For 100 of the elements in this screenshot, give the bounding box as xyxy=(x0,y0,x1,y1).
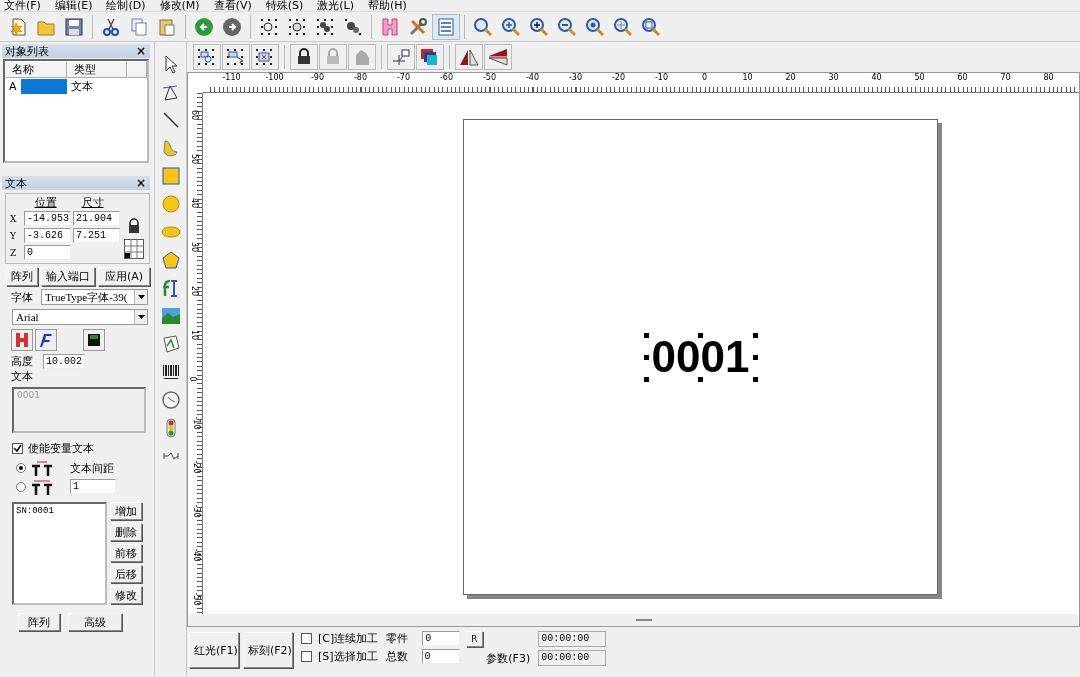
ruler-label: 80 xyxy=(1043,73,1054,84)
close-button[interactable]: × xyxy=(135,44,146,58)
list-settings-icon[interactable] xyxy=(436,16,456,37)
type-cell: 文本 xyxy=(71,78,93,94)
save-icon[interactable] xyxy=(86,332,102,348)
action-button[interactable]: 阵列 xyxy=(18,613,60,631)
paste-icon[interactable] xyxy=(157,16,177,37)
italic-f-icon[interactable] xyxy=(38,332,54,348)
ruler-label: -110 xyxy=(222,73,241,84)
position-icon[interactable] xyxy=(390,47,412,67)
font-name-select[interactable]: Arial xyxy=(12,309,148,325)
zoom-page-icon[interactable] xyxy=(641,16,661,37)
option-checkbox[interactable] xyxy=(301,633,312,644)
variable-item[interactable]: SN:0001 xyxy=(16,506,103,516)
mirror-horizontal-icon[interactable] xyxy=(458,47,480,67)
list-button[interactable]: 前移 xyxy=(110,544,142,562)
ruler-label: -60 xyxy=(439,73,454,84)
image-icon[interactable] xyxy=(160,306,181,326)
variable-text-checkbox[interactable] xyxy=(12,443,23,454)
zoom-out-icon[interactable] xyxy=(557,16,577,37)
rectangle-icon[interactable] xyxy=(160,166,181,186)
tools-icon[interactable] xyxy=(408,16,428,37)
ruler-label: -100 xyxy=(265,73,284,84)
ruler-label: -40 xyxy=(191,548,200,562)
vector-file-icon[interactable] xyxy=(160,334,181,354)
text-object[interactable]: 0001 xyxy=(645,335,756,379)
hatch-letter-icon[interactable] xyxy=(14,332,30,348)
copy-icon[interactable] xyxy=(129,16,149,37)
column-header[interactable]: 名称 xyxy=(5,61,67,78)
new-file-icon[interactable] xyxy=(8,16,28,37)
polygon-icon[interactable] xyxy=(160,250,181,270)
menu-item[interactable]: 特殊(S) xyxy=(265,0,304,11)
ruler-label: -40 xyxy=(525,73,540,84)
ruler-label: -90 xyxy=(310,73,325,84)
list-button[interactable]: 删除 xyxy=(110,523,142,541)
lock-icon[interactable] xyxy=(126,218,142,234)
save-icon[interactable] xyxy=(64,16,84,37)
close-button[interactable]: × xyxy=(135,176,146,190)
menu-item[interactable]: 帮助(H) xyxy=(368,0,407,11)
action-button[interactable]: 高级 xyxy=(68,613,122,631)
list-button[interactable]: 后移 xyxy=(110,565,142,583)
action-button[interactable]: 输入端口 xyxy=(41,267,95,286)
list-button[interactable]: 修改 xyxy=(110,586,142,604)
menu-item[interactable]: 修改(M) xyxy=(159,0,200,11)
cut-icon[interactable] xyxy=(101,16,121,37)
spacing-mode-radio[interactable] xyxy=(16,482,26,492)
position-field[interactable]: 0 xyxy=(24,245,71,260)
node-circle-icon[interactable] xyxy=(259,16,279,37)
grid-anchor-icon[interactable] xyxy=(124,239,144,259)
dropdown-arrow-icon xyxy=(137,315,145,319)
spacing-mode-radio[interactable] xyxy=(16,463,26,473)
counter-field[interactable]: 0 xyxy=(421,649,460,664)
option-checkbox[interactable] xyxy=(301,651,312,662)
menu-item[interactable]: 查看(V) xyxy=(213,0,252,11)
spacing-field[interactable]: 1 xyxy=(70,479,116,494)
position-field[interactable]: -14.953 xyxy=(24,211,71,226)
mirror-vertical-icon[interactable] xyxy=(487,47,509,67)
menu-item[interactable]: 编辑(E) xyxy=(54,0,93,11)
node-edit-icon[interactable] xyxy=(160,82,181,102)
clock-icon[interactable] xyxy=(160,390,181,410)
line-icon[interactable] xyxy=(160,110,181,130)
axis-label: X xyxy=(10,213,18,224)
ruler-label: -80 xyxy=(353,73,368,84)
hatch-letter-icon[interactable] xyxy=(380,16,400,37)
zoom-all-icon[interactable] xyxy=(585,16,605,37)
laser-button[interactable]: 标刻(F2) xyxy=(243,632,293,668)
menu-item[interactable]: 文件(F) xyxy=(4,0,41,11)
variable-text-label: 使能变量文本 xyxy=(28,441,94,456)
column-header[interactable]: 类型 xyxy=(67,61,127,78)
counter-label: 总数 xyxy=(385,649,409,664)
font-label: 字体 xyxy=(11,289,33,305)
name-cell[interactable] xyxy=(20,78,67,94)
reset-button[interactable]: R xyxy=(466,631,483,647)
height-field[interactable]: 10.002 xyxy=(43,354,85,369)
zoom-in-icon[interactable] xyxy=(501,16,521,37)
ruler-label: 0 xyxy=(188,376,196,382)
node-group-icon[interactable] xyxy=(287,16,307,37)
action-button[interactable]: 阵列 xyxy=(6,267,38,286)
zoom-icon[interactable] xyxy=(473,16,493,37)
ruler-label: -10 xyxy=(654,73,669,84)
size-field[interactable]: 21.904 xyxy=(73,211,120,226)
action-button[interactable]: 应用(A) xyxy=(98,267,150,286)
menu-item[interactable]: 激光(L) xyxy=(317,0,354,11)
ruler-label: 40 xyxy=(871,73,882,84)
panel-title: 对象列表 xyxy=(5,43,49,59)
curve-icon[interactable] xyxy=(160,138,181,158)
size-field[interactable]: 7.251 xyxy=(73,228,120,243)
font-type-select[interactable]: TrueType字体-39( xyxy=(41,289,148,305)
node-split-icon[interactable] xyxy=(343,16,363,37)
menu-item[interactable]: 绘制(D) xyxy=(106,0,146,11)
barcode-icon[interactable] xyxy=(160,362,181,382)
counter-field[interactable]: 0 xyxy=(422,631,461,646)
circle-icon[interactable] xyxy=(160,194,181,214)
position-field[interactable]: -3.626 xyxy=(24,228,71,243)
check-icon xyxy=(13,444,22,453)
list-button[interactable]: 增加 xyxy=(110,502,142,520)
node-merge-icon[interactable] xyxy=(315,16,335,37)
zoom-grid-icon[interactable] xyxy=(613,16,633,37)
zoom-plus-icon[interactable] xyxy=(529,16,549,37)
laser-button[interactable]: 红光(F1) xyxy=(189,632,239,668)
